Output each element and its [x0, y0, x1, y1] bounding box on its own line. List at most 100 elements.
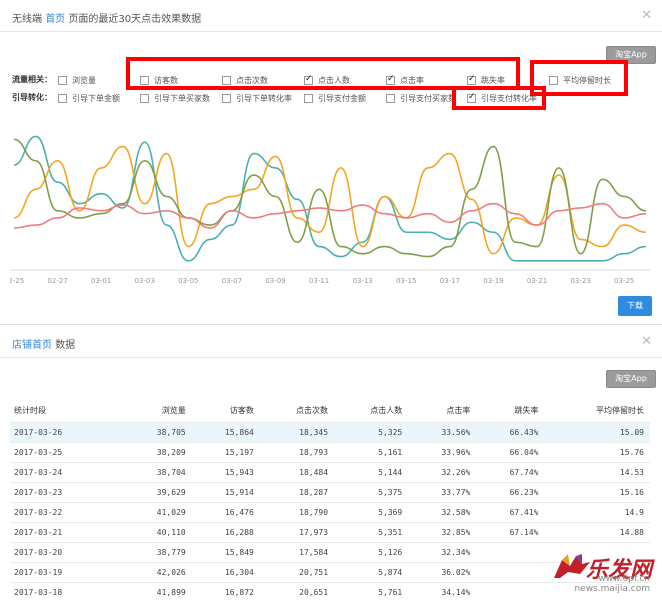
table-header: 统计时段 浏览量 访客数 点击次数 点击人数 点击率 跳失率 平均停留时长	[10, 400, 650, 422]
title-accent[interactable]: 首页	[45, 14, 65, 25]
metric-checkbox[interactable]: 引导支付买家数	[386, 93, 456, 104]
table-cell: 41,899	[123, 581, 192, 602]
table-cell: 67.41%	[476, 501, 545, 522]
watermark-url-text: news.maijia.com	[574, 584, 650, 594]
table-cell: 20,751	[259, 561, 335, 582]
table-cell: 14.53	[544, 461, 650, 482]
table-cell: 66.04%	[476, 441, 545, 462]
table-cell: 5,126	[334, 541, 409, 562]
table-cell: 2017-03-25	[10, 441, 124, 462]
table-cell: 2017-03-23	[10, 481, 124, 502]
watermark-url: www.6pf.cn news.maijia.com	[574, 574, 650, 594]
close-icon[interactable]: ✕	[641, 334, 652, 349]
click-effect-panel: 无线端 首页 页面的最近30天点击效果数据 ✕ 淘宝App 流量相关： 引导转化…	[0, 0, 662, 325]
metric-label: 引导支付金额	[318, 94, 366, 103]
table-cell: 16,476	[191, 501, 260, 522]
x-tick-label: 02-25	[10, 277, 24, 285]
checkbox-unchecked-icon[interactable]	[304, 94, 313, 103]
x-tick-label: 03-11	[309, 277, 329, 285]
table-cell: 5,375	[334, 481, 409, 502]
table-cell: 38,704	[123, 461, 192, 482]
table-cell: 33.96%	[408, 441, 477, 462]
checkbox-unchecked-icon[interactable]	[140, 94, 149, 103]
table-cell: 16,872	[191, 581, 260, 602]
table-cell: 2017-03-21	[10, 521, 124, 542]
checkbox-unchecked-icon[interactable]	[58, 94, 67, 103]
column-header: 统计时段	[14, 406, 46, 416]
conv-label: 引导转化：	[12, 93, 52, 102]
checkbox-unchecked-icon[interactable]	[386, 94, 395, 103]
table-cell: 67.14%	[476, 521, 545, 542]
table-row[interactable]: 2017-03-22 41,029 16,476 18,790 5,369 32.58% 6…	[10, 501, 650, 522]
panel1-header: 无线端 首页 页面的最近30天点击效果数据 ✕	[0, 0, 662, 32]
x-tick-label: 03-05	[178, 277, 198, 285]
table-cell: 5,761	[334, 581, 409, 602]
checkbox-unchecked-icon[interactable]	[222, 94, 231, 103]
metric-label: 引导下单买家数	[154, 94, 210, 103]
x-tick-label: 03-01	[91, 277, 111, 285]
taobao-app-button[interactable]: 淘宝App	[606, 370, 656, 388]
table-row[interactable]: 2017-03-25 38,209 15,197 18,793 5,161 33.96% 6…	[10, 441, 650, 462]
table-cell: 41,029	[123, 501, 192, 522]
metric-checkbox[interactable]: 浏览量	[58, 75, 96, 86]
metric-checkbox[interactable]: 引导下单买家数	[140, 93, 210, 104]
table-cell: 5,351	[334, 521, 409, 542]
table-row[interactable]: 2017-03-21 40,110 16,288 17,973 5,351 32.85% 6…	[10, 521, 650, 542]
table-cell: 5,874	[334, 561, 409, 582]
table-cell: 14.88	[544, 521, 650, 542]
table-row[interactable]: 2017-03-24 38,704 15,943 18,484 5,144 32.26% 6…	[10, 461, 650, 482]
table-cell: 16,304	[191, 561, 260, 582]
table-cell: 32.58%	[408, 501, 477, 522]
table-cell: 38,705	[123, 421, 192, 442]
table-cell: 18,287	[259, 481, 335, 502]
x-tick-label: 03-15	[396, 277, 416, 285]
table-row[interactable]: 2017-03-26 38,705 15,864 18,345 5,325 33.56% 6…	[10, 421, 650, 442]
table-cell: 66.43%	[476, 421, 545, 442]
column-header: 点击次数	[296, 406, 329, 416]
column-header: 访客数	[229, 406, 254, 416]
x-tick-label: 03-09	[265, 277, 285, 285]
table-cell: 15,943	[191, 461, 260, 482]
table-cell: 18,793	[259, 441, 335, 462]
table-cell: 36.02%	[408, 561, 477, 582]
table-cell: 2017-03-18	[10, 581, 124, 602]
table-cell: 40,110	[123, 521, 192, 542]
table-cell: 5,161	[334, 441, 409, 462]
table-cell: 32.26%	[408, 461, 477, 482]
series-line-1	[13, 145, 647, 255]
table-cell: 17,973	[259, 521, 335, 542]
checkbox-unchecked-icon[interactable]	[58, 76, 67, 85]
download-button[interactable]: 下载	[618, 296, 652, 316]
metric-checkbox[interactable]: 引导支付金额	[304, 93, 366, 104]
table-cell: 15.76	[544, 441, 650, 462]
title-accent[interactable]: 店铺首页	[12, 340, 52, 351]
metric-checkbox[interactable]: 引导下单转化率	[222, 93, 292, 104]
trend-line-chart: 02-25 02-27 03-01 03-03 03-05 03-07 03-09 03-11…	[10, 135, 650, 285]
table-cell: 32.85%	[408, 521, 477, 542]
column-header: 浏览量	[161, 406, 186, 416]
metric-checkbox[interactable]: 引导下单金额	[58, 93, 120, 104]
table-cell: 15,849	[191, 541, 260, 562]
x-tick-label: 03-23	[570, 277, 590, 285]
metric-label: 引导支付买家数	[400, 94, 456, 103]
x-tick-label: 03-17	[440, 277, 460, 285]
table-cell: 2017-03-22	[10, 501, 124, 522]
x-tick-label: 03-07	[222, 277, 242, 285]
table-cell: 18,790	[259, 501, 335, 522]
table-cell: 42,026	[123, 561, 192, 582]
x-tick-label: 03-13	[353, 277, 373, 285]
table-cell: 38,209	[123, 441, 192, 462]
table-cell: 33.56%	[408, 421, 477, 442]
metric-label: 引导下单金额	[72, 94, 120, 103]
panel2-header: 店铺首页 数据 ✕	[0, 326, 662, 358]
panel2-title: 店铺首页 数据	[12, 336, 75, 351]
table-cell: 2017-03-19	[10, 561, 124, 582]
close-icon[interactable]: ✕	[641, 8, 652, 23]
table-cell: 15,914	[191, 481, 260, 502]
x-tick-label: 02-27	[47, 277, 67, 285]
table-cell: 15,197	[191, 441, 260, 462]
table-row[interactable]: 2017-03-23 39,629 15,914 18,287 5,375 33.77% 6…	[10, 481, 650, 502]
table-cell: 20,651	[259, 581, 335, 602]
table-cell: 66.23%	[476, 481, 545, 502]
table-cell: 17,584	[259, 541, 335, 562]
